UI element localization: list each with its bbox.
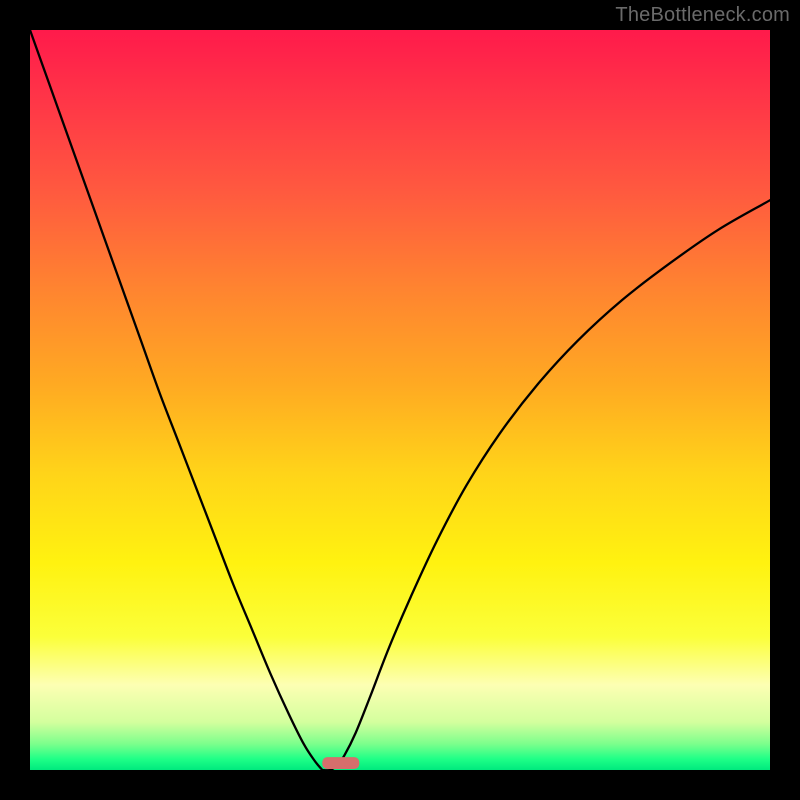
optimal-marker — [322, 757, 359, 769]
watermark-text: TheBottleneck.com — [615, 4, 790, 27]
bottleneck-chart — [30, 30, 770, 770]
chart-frame: TheBottleneck.com — [0, 0, 800, 800]
plot-background — [30, 30, 770, 770]
